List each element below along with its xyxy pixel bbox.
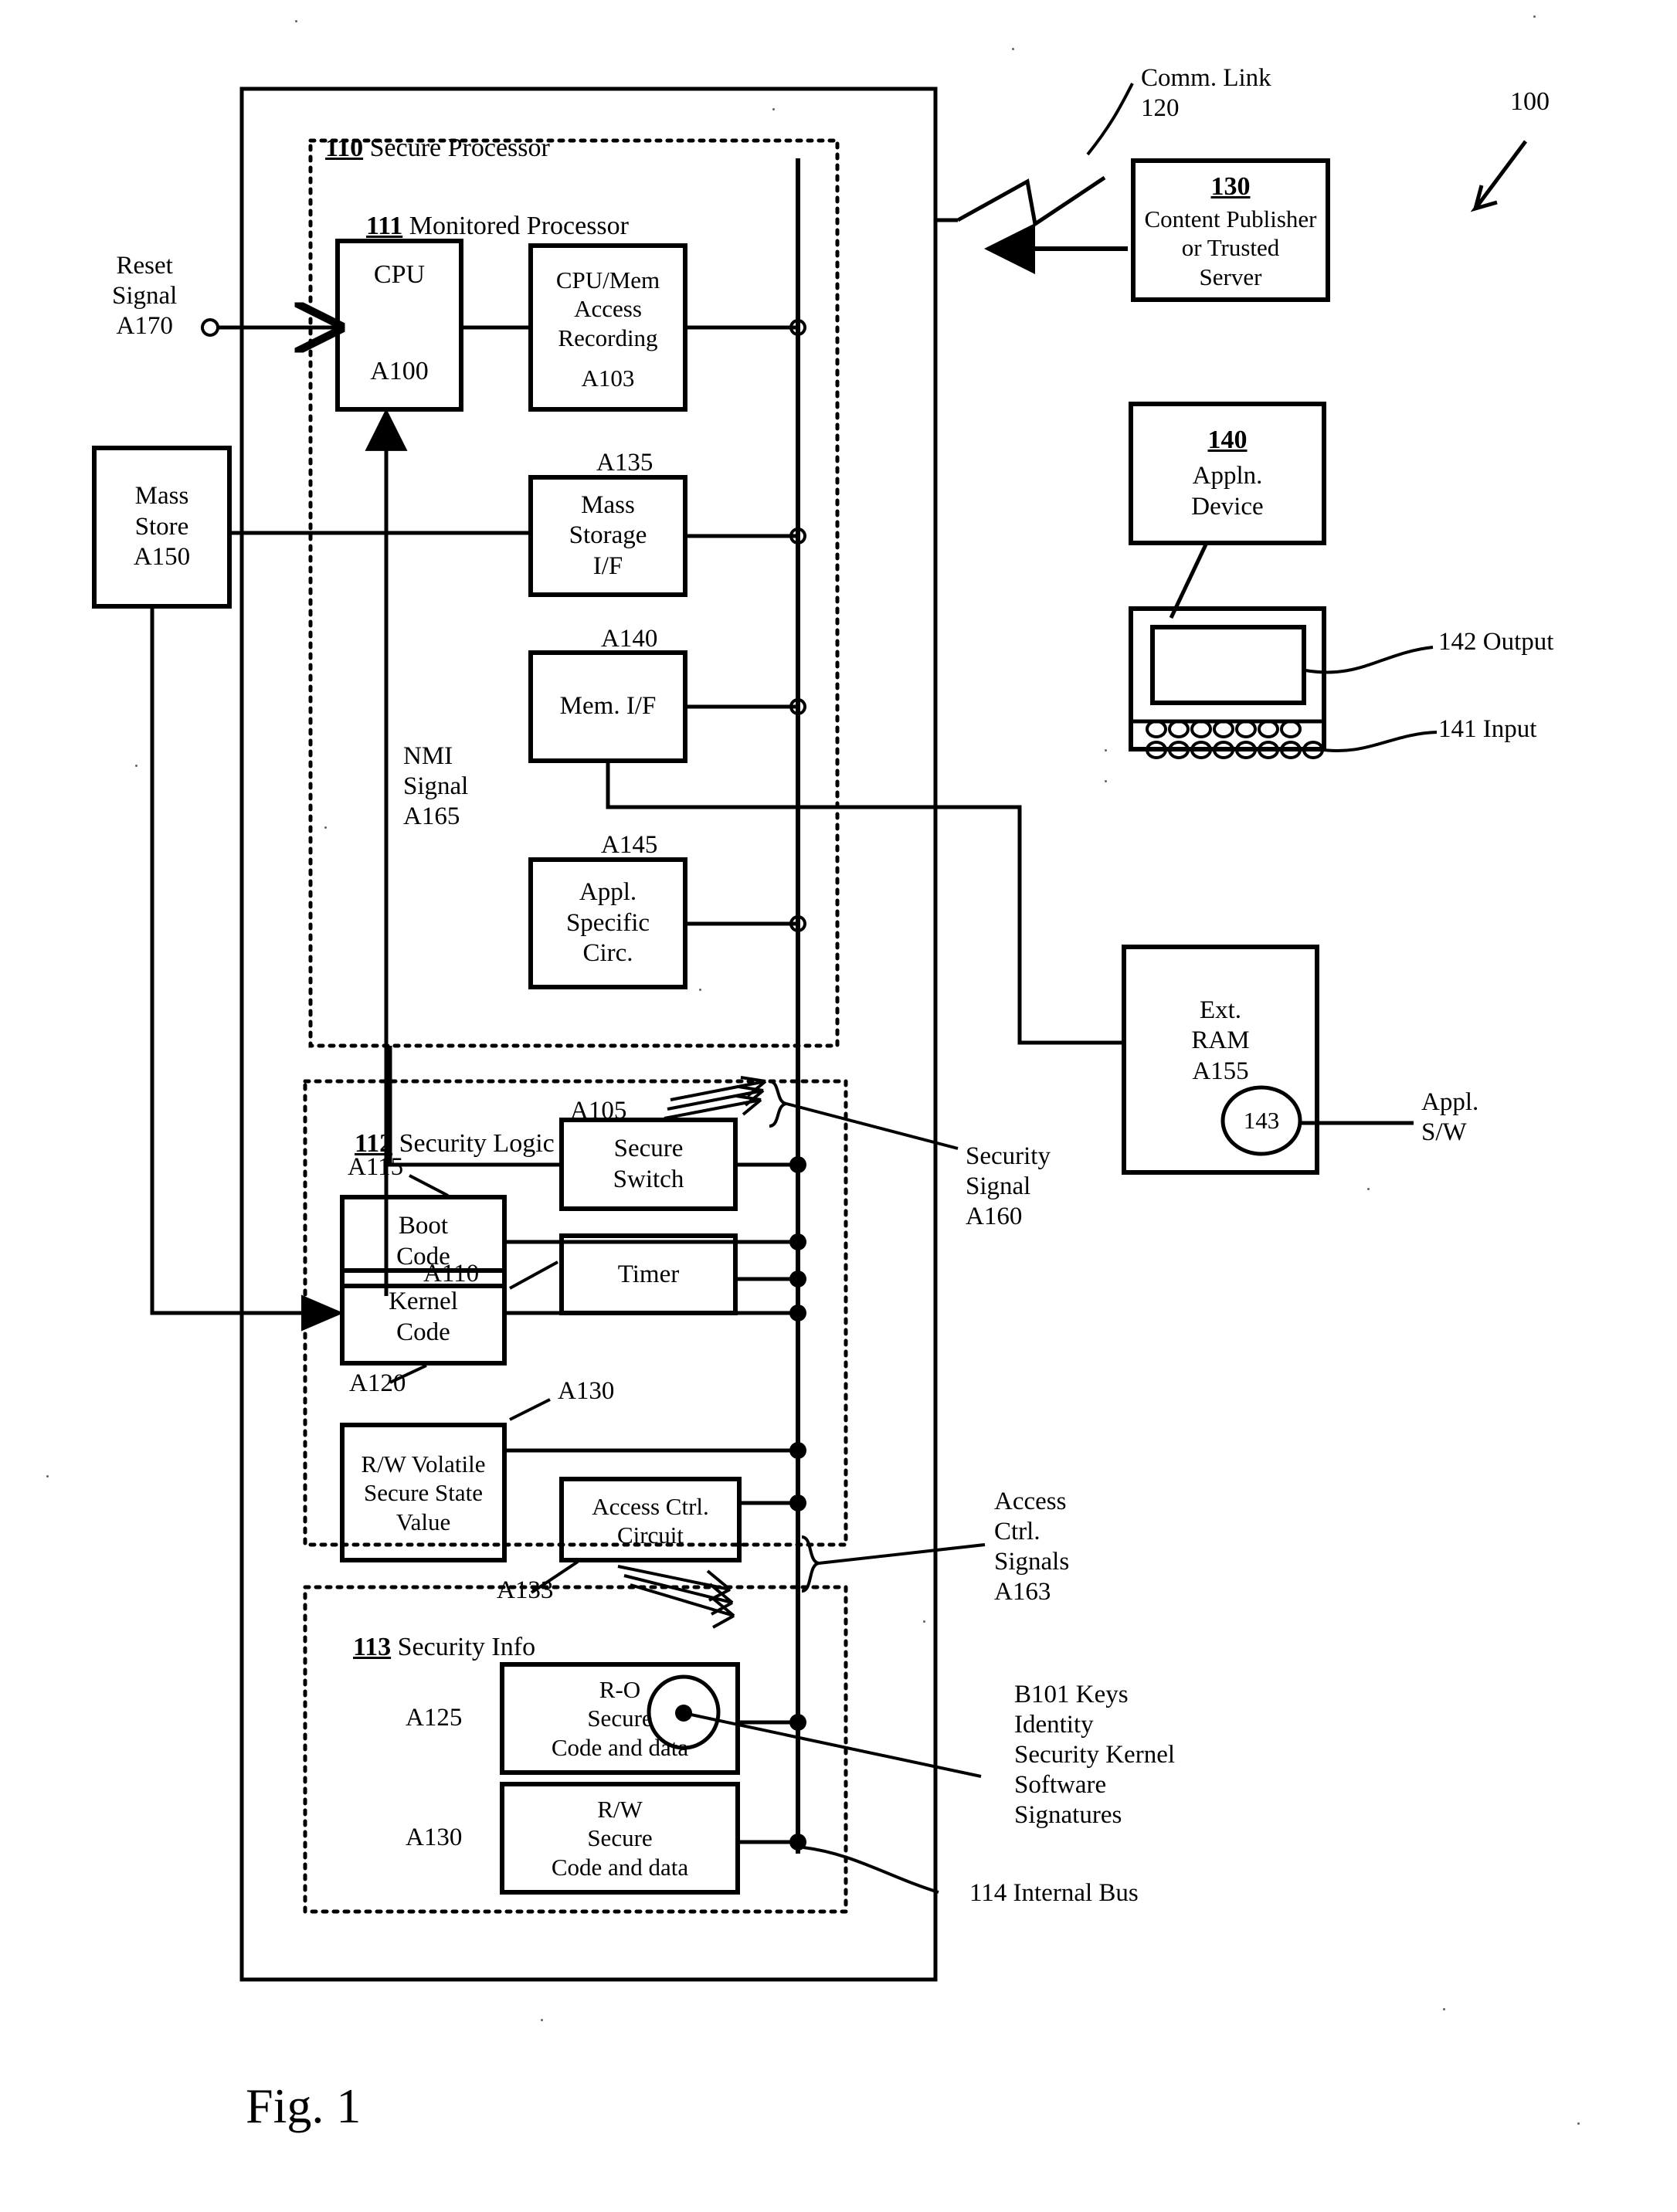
cpu-mem-access-recording-ref: A103 (581, 365, 635, 392)
appl-specific-circ-label: Appl. Specific Circ. (565, 878, 650, 968)
appln-device-ref: 140 (1207, 425, 1248, 454)
appl-sw-label: Appl. S/W (1421, 1088, 1479, 1146)
mass-storage-if-label: Mass Storage I/F (569, 490, 647, 580)
scan-speck (699, 989, 701, 991)
comm-link-label: Comm. Link 120 (1141, 64, 1271, 122)
mem-if-ref: A140 (601, 625, 658, 653)
scan-speck (772, 108, 775, 110)
rw-secure-code-ref: A130 (406, 1824, 463, 1851)
scan-speck (324, 826, 327, 829)
security-signal-label: Security Signal A160 (966, 1142, 1051, 1230)
reset-signal-terminal (201, 318, 219, 337)
a130-leader-line (509, 1398, 551, 1421)
scan-speck (46, 1475, 49, 1477)
security-signal-brace (769, 1080, 787, 1128)
scan-speck (1577, 2122, 1580, 2125)
access-ctrl-signals-label: Access Ctrl. Signals A163 (994, 1488, 1070, 1606)
ro-secure-code-label: R-O Secure Code and data (551, 1676, 689, 1761)
scan-speck (1443, 2008, 1445, 2010)
kernel-code-ref: A120 (349, 1369, 406, 1397)
system-ref-label: 100 (1510, 87, 1550, 116)
output-callout-label: 142 Output (1438, 628, 1554, 656)
scan-speck (1105, 780, 1107, 782)
bus-node-solid-a130-state (789, 1442, 806, 1459)
internal-bus-leader (803, 1846, 939, 1894)
cpu-ref: A100 (370, 356, 429, 385)
content-publisher-ref: 130 (1210, 171, 1251, 201)
secure-processor-label: Secure Processor (369, 134, 550, 163)
rw-volatile-secure-state-value-label: R/W Volatile Secure State Value (361, 1450, 486, 1535)
access-ctrl-signals-leader (818, 1543, 986, 1565)
bus-node-solid-a115 (789, 1233, 806, 1250)
scan-speck (1367, 1188, 1370, 1190)
kernel-code-label: Kernel Code (389, 1288, 458, 1346)
scan-speck (923, 1620, 925, 1623)
access-ctrl-signal-arrows (617, 1565, 735, 1629)
cpu-mem-access-recording-label: CPU/Mem Access Recording (555, 266, 660, 351)
handheld-screen (1150, 625, 1306, 705)
bus-node-solid-a110 (789, 1271, 806, 1288)
internal-bus-label: 114 Internal Bus (969, 1879, 1139, 1907)
security-info-label: Security Info (397, 1633, 536, 1662)
security-signal-arrows (664, 1076, 767, 1120)
b101-callout-label: B101 Keys Identity Security Kernel Softw… (1014, 1681, 1176, 1829)
appl-specific-circ-ref: A145 (601, 831, 658, 859)
scan-speck (295, 20, 297, 22)
timer-label: Timer (617, 1260, 680, 1289)
handheld-keypad (1146, 720, 1324, 759)
system-100-arrow (1470, 140, 1528, 212)
secure-processor-ref: 110 (325, 134, 364, 163)
access-ctrl-circuit-label: Access Ctrl. Circuit (592, 1492, 709, 1549)
secure-switch-ref: A105 (570, 1097, 627, 1125)
comm-link-lightning (956, 175, 1106, 228)
boot-code-ref: A115 (348, 1153, 404, 1181)
input-callout-label: 141 Input (1438, 715, 1537, 743)
ro-secure-code-ref: A125 (406, 1704, 463, 1732)
bus-node-solid-a120 (789, 1304, 806, 1321)
cpu-label: CPU (373, 260, 426, 289)
monitored-processor-ref: 111 (366, 212, 403, 241)
scan-speck (541, 2019, 543, 2021)
input-callout-leader (1317, 731, 1438, 753)
bus-node-solid-a105 (789, 1156, 806, 1173)
nmi-signal-label: NMI Signal A165 (403, 742, 469, 830)
security-info-ref: 113 (353, 1633, 392, 1662)
appl-sw-bubble-ref: 143 (1243, 1107, 1280, 1135)
mass-storage-if-ref: A135 (596, 449, 653, 477)
handheld-device-body (1129, 606, 1326, 751)
comm-link-leader (1086, 83, 1134, 156)
a110-leader-line (509, 1260, 558, 1290)
bus-node-solid-a125 (789, 1714, 806, 1731)
security-logic-label: Security Logic (399, 1129, 555, 1159)
appln-device-label: Appln. Device (1191, 462, 1264, 521)
monitored-processor-label: Monitored Processor (409, 212, 629, 241)
mass-store-label: Mass Store A150 (133, 482, 191, 572)
scan-speck (1105, 749, 1107, 751)
access-ctrl-signals-brace (801, 1535, 820, 1593)
state-value-ref: A130 (558, 1377, 615, 1405)
content-publisher-label: Content Publisher or Trusted Server (1144, 205, 1317, 290)
scan-speck (135, 765, 137, 767)
bus-node-solid-a133 (789, 1494, 806, 1511)
figure-caption: Fig. 1 (246, 2078, 362, 2133)
scan-speck (1533, 15, 1536, 18)
secure-switch-label: Secure Switch (613, 1135, 684, 1193)
security-signal-leader (786, 1102, 959, 1150)
reset-signal-label: Reset Signal A170 (112, 252, 178, 340)
scan-speck (1012, 48, 1014, 50)
ext-ram-label: Ext. RAM A155 (1191, 996, 1250, 1085)
mem-if-label: Mem. I/F (559, 692, 657, 721)
rw-secure-code-label: R/W Secure Code and data (551, 1796, 689, 1881)
figure-page: 110 Secure Processor 111 Monitored Proce… (0, 0, 1677, 2212)
